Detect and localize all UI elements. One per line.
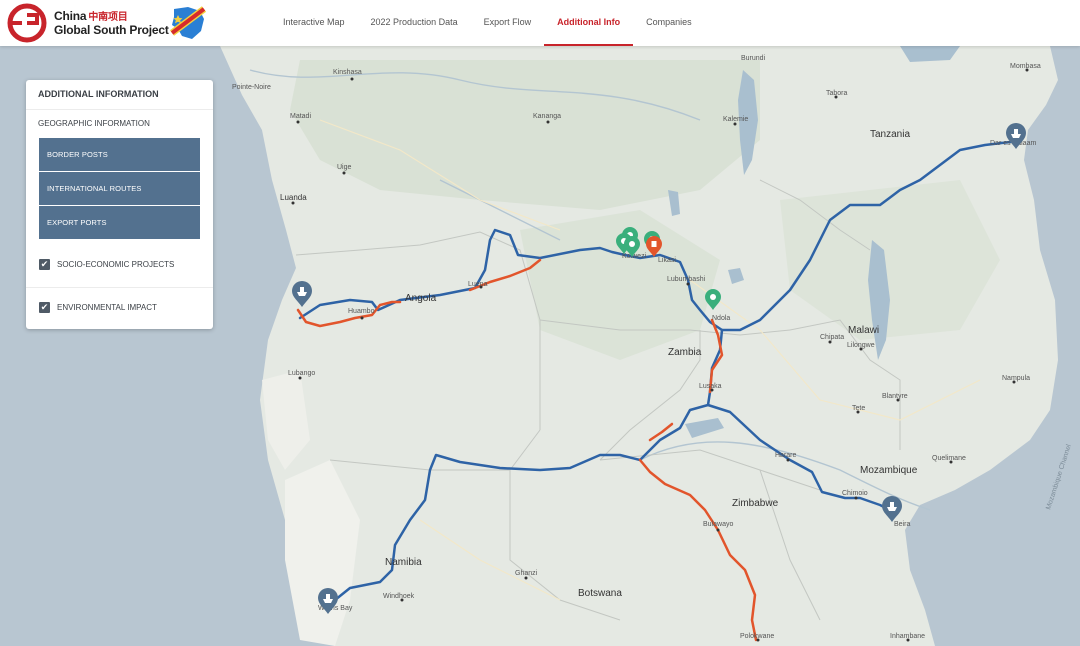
nav-export-flow[interactable]: Export Flow bbox=[471, 0, 545, 46]
city-polokwane: Polokwane bbox=[740, 633, 774, 640]
city-tete: Tete bbox=[852, 405, 865, 412]
main-nav: Interactive Map 2022 Production Data Exp… bbox=[270, 0, 705, 46]
border-posts-button[interactable]: BORDER POSTS bbox=[39, 138, 200, 171]
city-chimoio: Chimoio bbox=[842, 490, 868, 497]
nav-companies[interactable]: Companies bbox=[633, 0, 705, 46]
country-tanzania: Tanzania bbox=[870, 129, 910, 140]
city-nampula: Nampula bbox=[1002, 375, 1030, 382]
city-chipata: Chipata bbox=[820, 334, 844, 341]
city-windhoek: Windhoek bbox=[383, 593, 415, 600]
city-lubango: Lubango bbox=[288, 370, 315, 377]
city-harare: Harare bbox=[775, 452, 797, 459]
country-zimbabwe: Zimbabwe bbox=[732, 498, 779, 509]
city-lusaka: Lusaka bbox=[699, 383, 722, 390]
city-quelimane: Quelimane bbox=[932, 455, 966, 462]
country-namibia: Namibia bbox=[385, 557, 422, 568]
city-lilongwe: Lilongwe bbox=[847, 342, 875, 349]
additional-info-panel: ADDITIONAL INFORMATION GEOGRAPHIC INFORM… bbox=[26, 80, 213, 329]
city-tabora: Tabora bbox=[826, 90, 848, 97]
country-malawi: Malawi bbox=[848, 325, 879, 336]
brand-logo[interactable]: China 中南项目 Global South Project bbox=[6, 2, 169, 44]
city-ghanzi: Ghanzi bbox=[515, 570, 538, 577]
environmental-impact-label: ENVIRONMENTAL IMPACT bbox=[57, 303, 157, 312]
city-kolwezi: Kolwezi bbox=[622, 253, 647, 260]
socio-economic-toggle[interactable]: ✔ SOCIO-ECONOMIC PROJECTS bbox=[39, 259, 174, 270]
export-ports-button[interactable]: EXPORT PORTS bbox=[39, 206, 200, 239]
nav-production-data[interactable]: 2022 Production Data bbox=[358, 0, 471, 46]
city-pointe-noire: Pointe-Noire bbox=[232, 84, 271, 91]
city-blantyre: Blantyre bbox=[882, 393, 908, 400]
city-bulawayo: Bulawayo bbox=[703, 521, 733, 528]
checkbox-checked-icon[interactable]: ✔ bbox=[39, 302, 50, 313]
country-botswana: Botswana bbox=[578, 588, 622, 599]
brand-name: China 中南项目 Global South Project bbox=[54, 9, 169, 37]
city-huambo: Huambo bbox=[348, 308, 375, 315]
panel-divider bbox=[26, 109, 213, 110]
ccgsp-logo-icon bbox=[7, 3, 47, 43]
international-routes-button[interactable]: INTERNATIONAL ROUTES bbox=[39, 172, 200, 205]
city-burundi: Burundi bbox=[741, 55, 766, 62]
city-likasi: Likasi bbox=[658, 257, 676, 264]
city-kananga: Kananga bbox=[533, 113, 561, 120]
city-luena: Luena bbox=[468, 281, 488, 288]
city-matadi: Matadi bbox=[290, 113, 311, 120]
socio-economic-label: SOCIO-ECONOMIC PROJECTS bbox=[57, 260, 175, 269]
top-header: China 中南项目 Global South Project Interacti… bbox=[0, 0, 1080, 46]
environmental-impact-toggle[interactable]: ✔ ENVIRONMENTAL IMPACT bbox=[39, 302, 157, 313]
nav-additional-info[interactable]: Additional Info bbox=[544, 0, 634, 46]
city-lubumbashi: Lubumbashi bbox=[667, 276, 706, 283]
city-kalemie: Kalemie bbox=[723, 116, 748, 123]
panel-divider bbox=[26, 287, 213, 288]
city-kinshasa: Kinshasa bbox=[333, 69, 362, 76]
city-luanda: Luanda bbox=[280, 193, 307, 202]
city-inhambane: Inhambane bbox=[890, 633, 925, 640]
city-beira: Beira bbox=[894, 521, 910, 528]
city-mombasa: Mombasa bbox=[1010, 63, 1041, 70]
country-angola: Angola bbox=[405, 293, 437, 304]
nav-interactive-map[interactable]: Interactive Map bbox=[270, 0, 358, 46]
checkbox-checked-icon[interactable]: ✔ bbox=[39, 259, 50, 270]
panel-title: ADDITIONAL INFORMATION bbox=[38, 89, 159, 99]
city-uige: Uige bbox=[337, 164, 352, 171]
country-zambia: Zambia bbox=[668, 347, 702, 358]
city-ndola: Ndola bbox=[712, 315, 730, 322]
drc-flag-map-icon bbox=[169, 6, 207, 39]
geographic-info-heading[interactable]: GEOGRAPHIC INFORMATION bbox=[38, 119, 150, 128]
country-mozambique: Mozambique bbox=[860, 465, 918, 476]
